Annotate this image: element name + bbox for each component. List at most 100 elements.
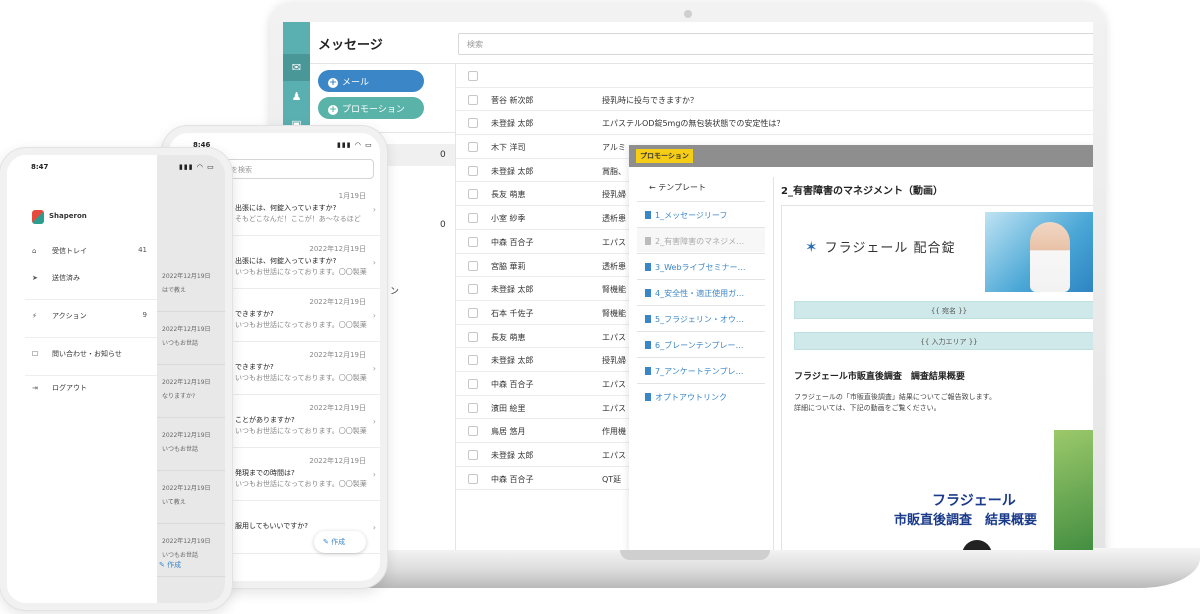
message-subject: 授乳時に投与できますか？: [602, 95, 698, 105]
menu-icon: ⌂: [32, 247, 37, 255]
row-checkbox[interactable]: [468, 189, 478, 200]
table-row[interactable]: 菅谷 新次郎 授乳時に投与できますか？: [456, 88, 1093, 112]
chat-icon[interactable]: ✉: [283, 54, 310, 81]
create-label: 作成: [167, 561, 182, 569]
template-item[interactable]: 5_フラジェリン・オウ…: [637, 305, 765, 330]
item-snippet: いつもお世話になっております。〇〇製薬: [235, 374, 367, 382]
item-date: 2022年12月19日: [162, 379, 211, 386]
sender-name: 宮脇 華莉: [491, 261, 526, 271]
select-all-checkbox[interactable]: [468, 71, 478, 81]
item-title: 服用してもいいですか?: [235, 522, 308, 530]
row-checkbox[interactable]: [468, 94, 478, 105]
template-item[interactable]: 7_アンケートテンプレ…: [637, 357, 765, 382]
menu-item[interactable]: ☐ 問い合わせ・お知らせ: [32, 349, 157, 365]
item-title: できますか?: [235, 363, 274, 371]
divider: [157, 576, 225, 577]
row-checkbox[interactable]: [468, 331, 478, 342]
message-subject: 作用機: [602, 427, 626, 437]
template-item[interactable]: 4_安全性・適正使用ガ…: [637, 279, 765, 304]
chevron-right-icon: ›: [372, 311, 376, 320]
new-promotion-button[interactable]: + プロモーション: [318, 97, 424, 119]
divider: [25, 299, 157, 300]
item-snippet: いつもお世話になっております。〇〇製薬: [235, 321, 367, 329]
item-date: 2022年12月19日: [162, 273, 211, 280]
video-title: フラジェール: [932, 493, 1016, 509]
message-subject: 授乳婦: [602, 190, 626, 200]
new-mail-button[interactable]: + メール: [318, 70, 424, 92]
row-checkbox[interactable]: [468, 402, 478, 413]
template-item-label: 4_安全性・適正使用ガ…: [655, 289, 745, 298]
item-date: 2022年12月19日: [162, 538, 211, 545]
row-checkbox[interactable]: [468, 236, 478, 247]
content-body: フラジェールの「市販直後調査」結果についてご報告致します。 詳細については、下記…: [794, 392, 996, 414]
row-checkbox[interactable]: [468, 213, 478, 224]
search-input[interactable]: 検索: [458, 33, 1093, 55]
app-logo-icon: [32, 210, 44, 224]
create-label: 作成: [331, 538, 346, 546]
template-item[interactable]: 1_メッセージリーフ: [637, 201, 765, 226]
placeholder-name[interactable]: {{ 宛名 }}: [794, 301, 1093, 319]
item-date: 1月19日: [338, 192, 366, 200]
content-heading: フラジェール市販直後調査 調査結果概要: [794, 372, 965, 382]
video-thumbnail[interactable]: フラジェール 市販直後調査 結果概要: [794, 430, 1093, 550]
item-date: 2022年12月19日: [162, 432, 211, 439]
menu-icon: ⚡: [32, 312, 37, 320]
menu-item[interactable]: ⚡ アクション 9: [32, 311, 157, 327]
table-row[interactable]: 未登録 太郎 エパステルOD錠5mgの無包装状態での安定性は？: [456, 111, 1093, 136]
placeholder-input-area[interactable]: {{ 入力エリア }}: [794, 332, 1093, 350]
sender-name: 中森 百合子: [491, 474, 534, 484]
message-subject: 賞脂、: [602, 166, 626, 176]
status-icons: ▮▮▮ ◠ ▭: [337, 141, 373, 149]
person-image: [1030, 222, 1070, 292]
row-checkbox[interactable]: [468, 473, 478, 484]
folder-count: 0: [440, 150, 446, 160]
document-icon: [645, 315, 651, 323]
document-icon: [645, 367, 651, 375]
divider: [25, 337, 157, 338]
menu-item[interactable]: ⌂ 受信トレイ 41: [32, 246, 157, 262]
template-title: 2_有害障害のマネジメント（動画）: [781, 186, 943, 197]
message-subject: エパステルOD錠5mgの無包装状態での安定性は？: [602, 119, 785, 129]
sender-name: 中森 百合子: [491, 379, 534, 389]
menu-item[interactable]: ⇥ ログアウト: [32, 383, 157, 399]
row-checkbox[interactable]: [468, 284, 478, 295]
brand-name: フラジェール 配合錠: [824, 241, 956, 256]
chevron-right-icon: ›: [372, 417, 376, 426]
row-checkbox[interactable]: [468, 307, 478, 318]
create-button[interactable]: ✎ 作成: [314, 531, 366, 553]
row-checkbox[interactable]: [468, 118, 478, 129]
menu-item[interactable]: ➤ 送信済み: [32, 273, 157, 289]
chevron-right-icon: ›: [372, 258, 376, 267]
plus-icon: +: [328, 105, 338, 115]
row-checkbox[interactable]: [468, 355, 478, 366]
back-to-templates[interactable]: ← テンプレート: [637, 177, 765, 199]
template-item[interactable]: オプトアウトリンク: [637, 383, 765, 408]
play-icon[interactable]: [962, 540, 992, 550]
row-checkbox[interactable]: [468, 450, 478, 460]
template-item[interactable]: 2_有害障害のマネジメ…: [637, 227, 765, 252]
mail-button-label: メール: [342, 78, 370, 88]
template-item-label: 3_Webライブセミナー…: [655, 263, 746, 272]
divider: [157, 470, 225, 471]
row-checkbox[interactable]: [468, 142, 478, 153]
promotion-template-panel: プロモーション ← テンプレート 1_メッセージリーフ 2_有害障害のマネジメ… 3…: [629, 145, 1093, 550]
search-input[interactable]: を検索: [224, 159, 374, 179]
message-subject: エパス: [602, 332, 626, 342]
row-checkbox[interactable]: [468, 260, 478, 271]
create-button[interactable]: ✎ 作成: [159, 560, 181, 570]
folder-count: 0: [440, 220, 446, 230]
sender-name: 長友 萌恵: [491, 332, 526, 342]
brand-logo: ✶ フラジェール 配合錠: [805, 237, 955, 256]
template-item[interactable]: 3_Webライブセミナー…: [637, 253, 765, 278]
template-item[interactable]: 6_ブレーンテンプレー…: [637, 331, 765, 356]
item-snippet: はで教え: [162, 287, 187, 294]
user-icon[interactable]: ♟: [290, 90, 303, 103]
row-checkbox[interactable]: [468, 378, 478, 389]
menu-icon: ➤: [32, 274, 38, 282]
item-date: 2022年12月19日: [309, 351, 366, 359]
sender-name: 未登録 太郎: [491, 451, 534, 460]
row-checkbox[interactable]: [468, 165, 478, 176]
divider: [25, 375, 157, 376]
message-subject: エパス: [602, 451, 626, 460]
row-checkbox[interactable]: [468, 426, 478, 437]
